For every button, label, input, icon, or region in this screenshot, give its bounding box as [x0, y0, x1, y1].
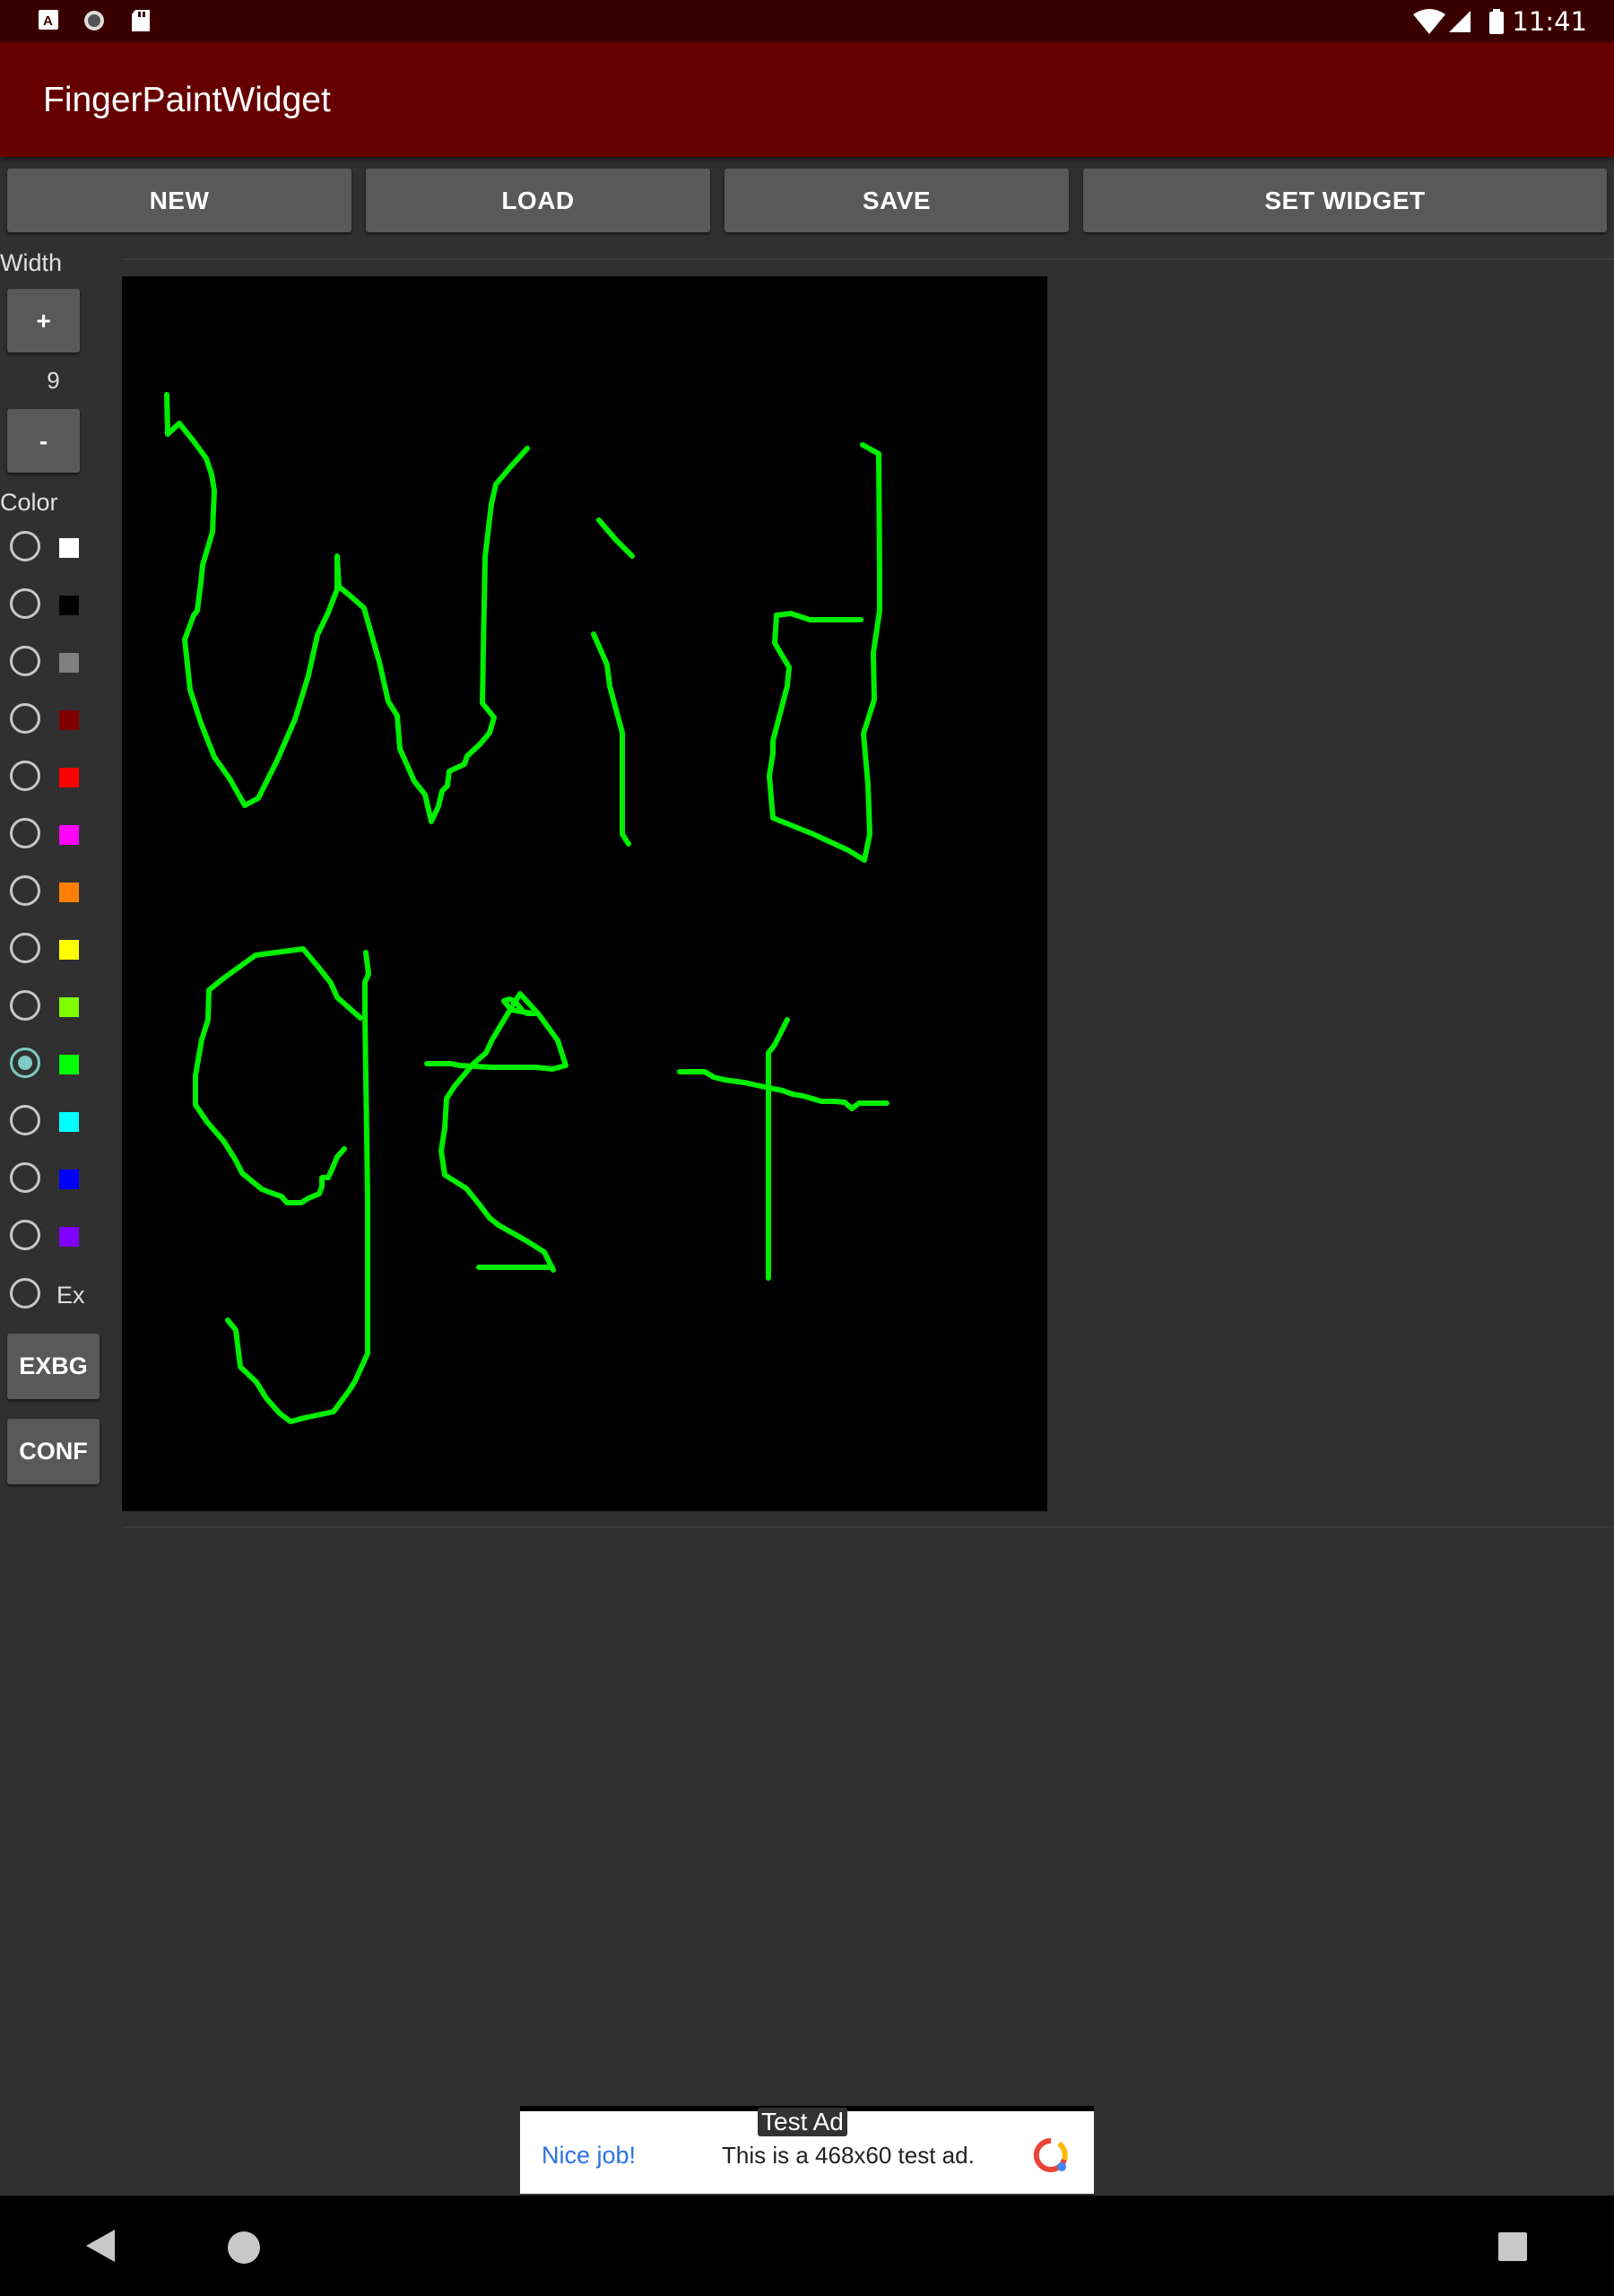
- color-option[interactable]: [10, 933, 91, 972]
- color-option[interactable]: [10, 646, 91, 685]
- status-bar: A 11:41: [0, 0, 1614, 42]
- battery-icon: [1489, 9, 1504, 34]
- color-option[interactable]: [10, 990, 91, 1030]
- stroke-i: [591, 631, 631, 847]
- stroke-d: [767, 442, 882, 863]
- color-swatch: [59, 940, 79, 960]
- color-swatch: [59, 596, 79, 615]
- navigation-bar: [0, 2196, 1614, 2296]
- width-minus-button[interactable]: -: [7, 409, 80, 473]
- new-button[interactable]: NEW: [7, 169, 351, 232]
- radio-button[interactable]: [10, 1278, 40, 1309]
- home-icon[interactable]: [226, 2230, 262, 2266]
- color-option-ex[interactable]: Ex: [10, 1278, 91, 1318]
- divider: [122, 1526, 1614, 1528]
- width-plus-button[interactable]: +: [7, 289, 80, 352]
- color-option[interactable]: [10, 1048, 91, 1087]
- stroke-g: [193, 946, 371, 1424]
- recents-icon[interactable]: [1497, 2231, 1528, 2262]
- svg-text:A: A: [43, 13, 53, 29]
- app-bar: FingerPaintWidget: [0, 42, 1614, 157]
- stroke-e: [424, 991, 568, 1273]
- ad-logo-icon: [1033, 2137, 1068, 2172]
- divider: [122, 258, 1614, 260]
- color-option[interactable]: [10, 588, 91, 628]
- stroke-t: [677, 1017, 889, 1281]
- color-option[interactable]: [10, 818, 91, 857]
- color-option[interactable]: [10, 531, 91, 570]
- color-swatch: [59, 883, 79, 902]
- radio-button[interactable]: [10, 588, 40, 619]
- ad-banner[interactable]: Test Ad Nice job! This is a 468x60 test …: [520, 2106, 1094, 2194]
- color-swatch: [59, 1227, 79, 1247]
- color-swatch: [59, 710, 79, 730]
- color-swatch: [59, 768, 79, 787]
- stroke-w: [164, 392, 530, 824]
- radio-button[interactable]: [10, 761, 40, 791]
- color-option[interactable]: [10, 875, 91, 915]
- exbg-button[interactable]: EXBG: [7, 1334, 100, 1399]
- width-value: 9: [47, 367, 60, 394]
- color-swatch: [59, 538, 79, 558]
- radio-button[interactable]: [10, 531, 40, 561]
- app-notification-icon: A: [39, 10, 58, 30]
- save-button[interactable]: SAVE: [725, 169, 1069, 232]
- radio-button[interactable]: [10, 703, 40, 734]
- app-title: FingerPaintWidget: [43, 81, 331, 119]
- back-icon[interactable]: [84, 2228, 117, 2264]
- ad-tag: Test Ad: [758, 2108, 847, 2136]
- radio-button[interactable]: [10, 990, 40, 1021]
- color-option[interactable]: [10, 1162, 91, 1202]
- wifi-icon: [1413, 9, 1445, 34]
- radio-button[interactable]: [10, 1220, 40, 1250]
- color-swatch: [59, 997, 79, 1017]
- drawing-strokes: [164, 392, 889, 1424]
- ad-text: This is a 468x60 test ad.: [722, 2142, 975, 2169]
- radio-button[interactable]: [10, 1105, 40, 1135]
- color-label: Color: [0, 489, 58, 516]
- load-button[interactable]: LOAD: [366, 169, 710, 232]
- radio-button[interactable]: [10, 646, 40, 676]
- ex-label: Ex: [56, 1282, 85, 1309]
- radio-button[interactable]: [10, 875, 40, 906]
- radio-button[interactable]: [10, 818, 40, 848]
- color-swatch: [59, 653, 79, 673]
- color-swatch: [59, 825, 79, 845]
- color-option[interactable]: [10, 1220, 91, 1259]
- cell-signal-icon: [1449, 11, 1471, 32]
- radio-button[interactable]: [10, 1048, 40, 1078]
- sd-card-icon: [132, 10, 150, 31]
- clock: 11:41: [1512, 6, 1587, 37]
- color-swatch: [59, 1112, 79, 1132]
- color-option[interactable]: [10, 1105, 91, 1144]
- width-label: Width: [0, 249, 63, 276]
- color-option[interactable]: [10, 703, 91, 743]
- radio-button[interactable]: [10, 933, 40, 963]
- color-swatch: [59, 1170, 79, 1189]
- color-swatch: [59, 1055, 79, 1074]
- conf-button[interactable]: CONF: [7, 1419, 100, 1484]
- ad-headline[interactable]: Nice job!: [542, 2142, 636, 2170]
- drawing-canvas[interactable]: [122, 276, 1047, 1511]
- stroke-i-dot: [596, 517, 635, 559]
- color-option[interactable]: [10, 761, 91, 800]
- sync-notification-icon: [84, 11, 104, 30]
- radio-button[interactable]: [10, 1162, 40, 1193]
- set-widget-button[interactable]: SET WIDGET: [1083, 169, 1607, 232]
